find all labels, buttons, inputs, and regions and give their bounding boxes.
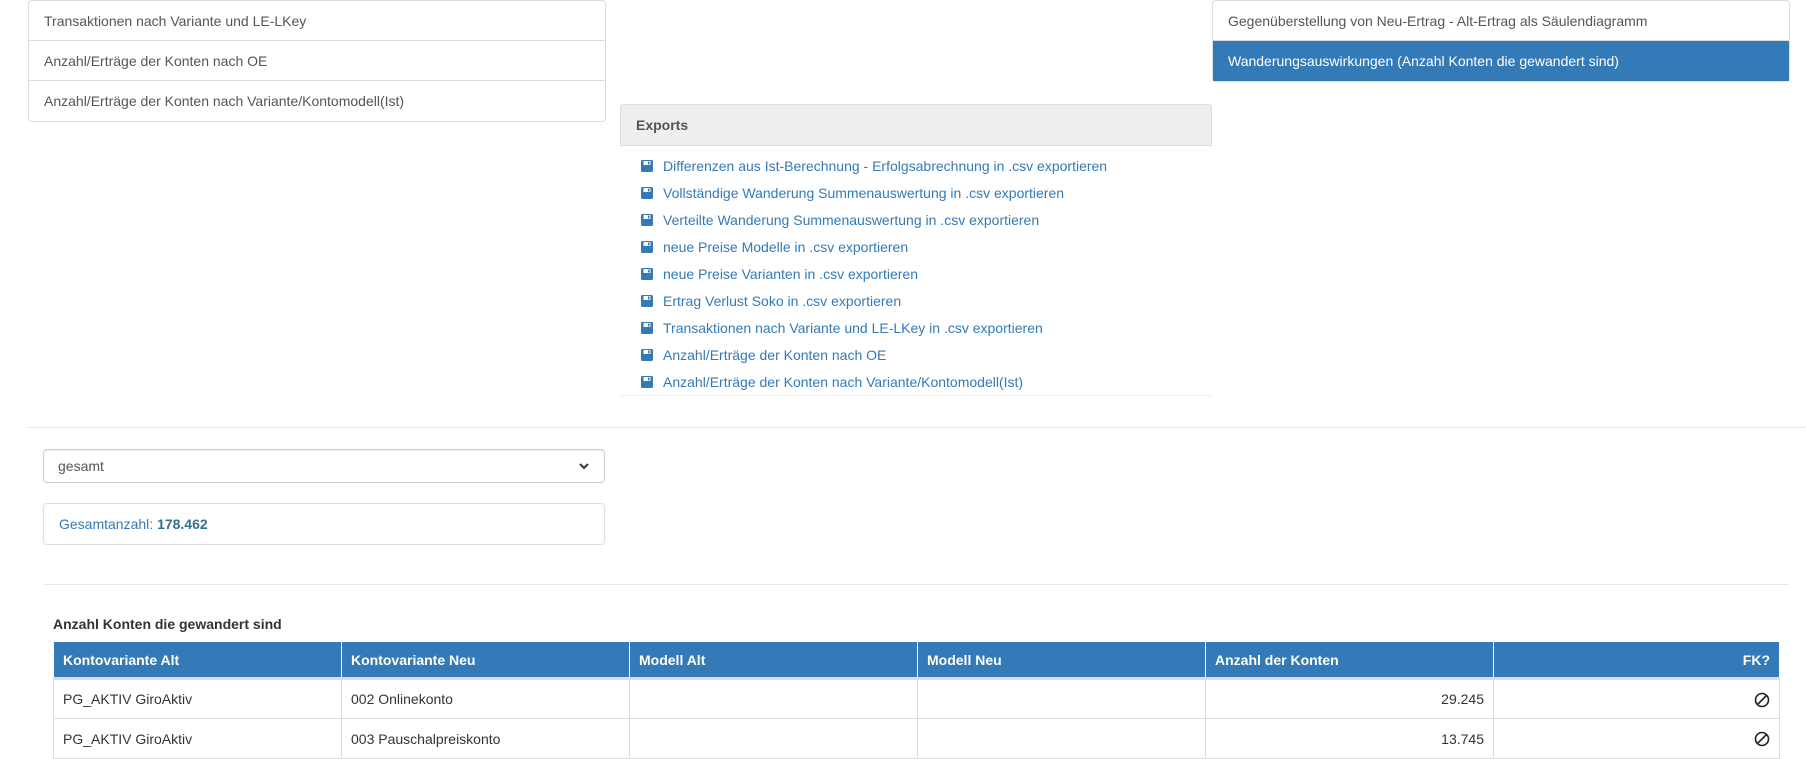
divider [28,427,1806,428]
scope-select-value: gesamt [58,458,104,474]
export-link-vollstaendige-wanderung[interactable]: Vollständige Wanderung Summenauswertung … [620,179,1212,206]
export-link-label: Anzahl/Erträge der Konten nach OE [663,346,887,363]
export-link-label: Vollständige Wanderung Summenauswertung … [663,184,1065,201]
export-link-transaktionen[interactable]: Transaktionen nach Variante und LE-LKey … [620,314,1212,341]
export-link-label: Differenzen aus Ist-Berechnung - Erfolgs… [663,157,1108,174]
total-count-box: Gesamtanzahl: 178.462 [43,503,605,545]
table-row: PG_AKTIV GiroAktiv 002 Onlinekonto 29.24… [53,677,1780,719]
total-count-label: Gesamtanzahl: [59,516,154,532]
report-menu-right: Gegenüberstellung von Neu-Ertrag - Alt-E… [1212,0,1790,82]
menu-item-wanderungsauswirkungen[interactable]: Wanderungsauswirkungen (Anzahl Konten di… [1213,41,1789,81]
export-link-label: Anzahl/Erträge der Konten nach Variante/… [663,373,1024,390]
export-link-ertraege-oe[interactable]: Anzahl/Erträge der Konten nach OE [620,341,1212,368]
table-title: Anzahl Konten die gewandert sind [53,616,282,632]
column-header-anzahl[interactable]: Anzahl der Konten [1205,641,1494,679]
column-header-modell-neu[interactable]: Modell Neu [917,641,1206,679]
migration-table: Kontovariante Alt Kontovariante Neu Mode… [53,641,1780,759]
cell-kontovariante-alt: PG_AKTIV GiroAktiv [53,718,342,759]
report-menu-left: Transaktionen nach Variante und LE-LKey … [28,0,606,122]
cell-modell-alt [629,677,918,719]
export-link-label: Transaktionen nach Variante und LE-LKey … [663,319,1043,336]
column-header-fk[interactable]: FK? [1493,641,1780,679]
cell-anzahl: 13.745 [1205,718,1494,759]
column-header-kontovariante-alt[interactable]: Kontovariante Alt [53,641,342,679]
cell-kontovariante-alt: PG_AKTIV GiroAktiv [53,677,342,719]
ban-icon [1754,692,1770,707]
export-link-preise-varianten[interactable]: neue Preise Varianten in .csv exportiere… [620,260,1212,287]
export-link-ertraege-variante[interactable]: Anzahl/Erträge der Konten nach Variante/… [620,368,1212,395]
menu-item-saeulendiagramm[interactable]: Gegenüberstellung von Neu-Ertrag - Alt-E… [1213,1,1789,41]
export-link-preise-modelle[interactable]: neue Preise Modelle in .csv exportieren [620,233,1212,260]
column-header-kontovariante-neu[interactable]: Kontovariante Neu [341,641,630,679]
exports-panel: Exports Differenzen aus Ist-Berechnung -… [620,104,1212,396]
menu-item-ertraege-variante[interactable]: Anzahl/Erträge der Konten nach Variante/… [29,81,605,121]
table-row: PG_AKTIV GiroAktiv 003 Pauschalpreiskont… [53,718,1780,759]
menu-item-transaktionen[interactable]: Transaktionen nach Variante und LE-LKey [29,1,605,41]
floppy-disk-icon [641,159,653,172]
export-link-label: neue Preise Modelle in .csv exportieren [663,238,909,255]
scope-select[interactable]: gesamt [43,449,605,483]
total-count-value: 178.462 [157,516,208,532]
export-link-verteilte-wanderung[interactable]: Verteilte Wanderung Summenauswertung in … [620,206,1212,233]
divider [44,584,1789,585]
floppy-disk-icon [641,186,653,199]
ban-icon [1754,731,1770,747]
cell-modell-neu [917,718,1206,759]
floppy-disk-icon [641,294,653,307]
exports-heading: Exports [620,104,1212,146]
cell-fk [1493,718,1780,759]
floppy-disk-icon [641,375,653,388]
export-link-ertrag-verlust-soko[interactable]: Ertrag Verlust Soko in .csv exportieren [620,287,1212,314]
floppy-disk-icon [641,321,653,334]
export-link-label: Verteilte Wanderung Summenauswertung in … [663,211,1040,228]
export-link-label: Ertrag Verlust Soko in .csv exportieren [663,292,902,309]
chevron-down-icon [579,463,589,470]
floppy-disk-icon [641,348,653,361]
table-header-row: Kontovariante Alt Kontovariante Neu Mode… [53,641,1780,679]
cell-fk [1493,677,1780,719]
floppy-disk-icon [641,213,653,226]
cell-anzahl: 29.245 [1205,677,1494,719]
export-link-differenzen[interactable]: Differenzen aus Ist-Berechnung - Erfolgs… [620,152,1212,179]
export-link-label: neue Preise Varianten in .csv exportiere… [663,265,918,282]
column-header-modell-alt[interactable]: Modell Alt [629,641,918,679]
cell-modell-alt [629,718,918,759]
cell-kontovariante-neu: 002 Onlinekonto [341,677,630,719]
exports-links: Differenzen aus Ist-Berechnung - Erfolgs… [620,146,1212,396]
menu-item-ertraege-oe[interactable]: Anzahl/Erträge der Konten nach OE [29,41,605,81]
floppy-disk-icon [641,240,653,253]
floppy-disk-icon [641,267,653,280]
cell-modell-neu [917,677,1206,719]
cell-kontovariante-neu: 003 Pauschalpreiskonto [341,718,630,759]
